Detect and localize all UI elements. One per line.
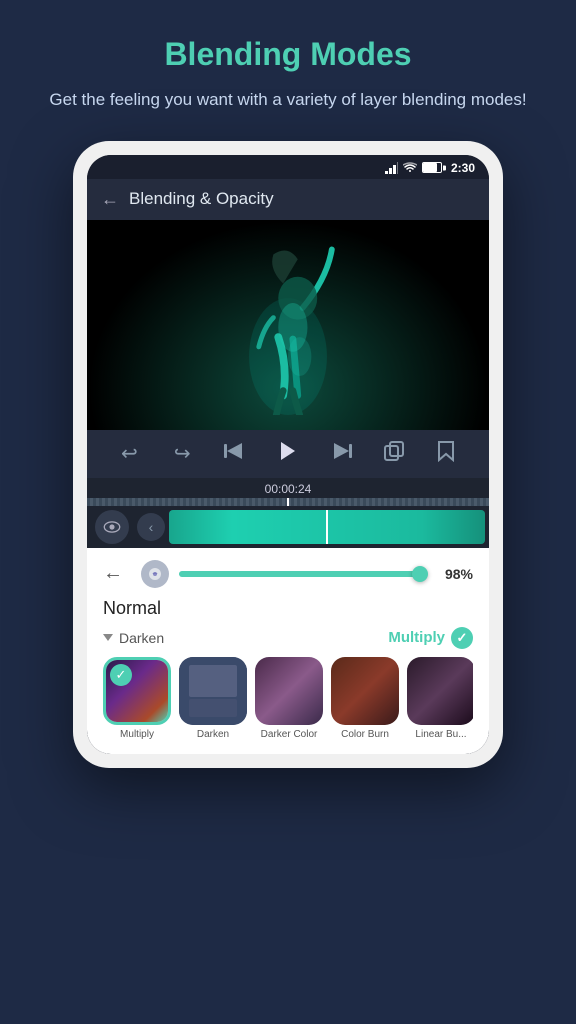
blend-thumb-color-burn [331, 657, 399, 725]
undo-button[interactable]: ↩ [113, 441, 145, 466]
status-icons: 2:30 [385, 161, 475, 175]
blend-thumb-darker-color [255, 657, 323, 725]
redo-button[interactable]: ↪ [166, 441, 198, 466]
darken-thumb-img [179, 657, 247, 725]
back-arrow[interactable]: ← [101, 189, 119, 210]
battery-fill [423, 163, 437, 172]
blend-option-color-burn[interactable]: Color Burn [331, 657, 399, 740]
blend-option-darker-color[interactable]: Darker Color [255, 657, 323, 740]
group-label: Darken [119, 630, 164, 646]
playhead-marker [287, 498, 289, 506]
figure [218, 230, 358, 420]
linear-burn-thumb-img [407, 657, 473, 725]
battery-icon [422, 162, 442, 173]
main-title: Blending Modes [40, 36, 536, 73]
app-header-title: Blending & Opacity [129, 189, 274, 209]
play-button[interactable] [272, 440, 304, 468]
blend-mode-icon [141, 560, 169, 588]
opacity-thumb [412, 566, 428, 582]
blend-mode-label: Normal [103, 598, 473, 619]
blend-options-row: ✓ Multiply Darken Darker Color [103, 657, 473, 740]
subtitle: Get the feeling you want with a variety … [40, 87, 536, 113]
back-button-small[interactable]: ← [103, 562, 131, 585]
skip-forward-button[interactable] [325, 442, 357, 466]
header-section: Blending Modes Get the feeling you want … [0, 0, 576, 133]
video-preview [87, 220, 489, 430]
check-circle: ✓ [451, 627, 473, 649]
multiply-label: Multiply [120, 729, 154, 740]
controls-bar: ↩ ↪ [87, 430, 489, 478]
multiply-check: ✓ [110, 664, 132, 686]
app-header: ← Blending & Opacity [87, 179, 489, 220]
status-bar: 2:30 [87, 155, 489, 179]
skip-back-button[interactable] [219, 442, 251, 466]
layers-icon [147, 566, 163, 582]
phone-wrapper: 2:30 ← Blending & Opacity [73, 141, 503, 768]
darker-color-thumb-img [255, 657, 323, 725]
eye-icon [103, 521, 121, 533]
opacity-value: 98% [433, 566, 473, 582]
blend-group-name: Darken [103, 630, 164, 646]
blend-option-multiply[interactable]: ✓ Multiply [103, 657, 171, 740]
video-scene [87, 220, 489, 430]
color-burn-thumb-img [331, 657, 399, 725]
strip-playhead [326, 510, 328, 544]
video-strip[interactable] [169, 510, 485, 544]
blend-group-header: Darken Multiply ✓ [103, 627, 473, 649]
opacity-row: ← 98% [103, 560, 473, 588]
opacity-slider-container[interactable] [179, 571, 423, 577]
triangle-down-icon [103, 634, 113, 641]
color-burn-label: Color Burn [341, 729, 389, 740]
eye-button[interactable] [95, 510, 129, 544]
timeline-area: 00:00:24 ‹ [87, 478, 489, 548]
blend-thumb-linear-burn [407, 657, 473, 725]
bottom-panel: ← 98% Normal [87, 548, 489, 754]
phone-inner: 2:30 ← Blending & Opacity [87, 155, 489, 754]
darker-color-label: Darker Color [261, 729, 318, 740]
wifi-icon [403, 162, 417, 173]
figure-svg [218, 230, 358, 415]
signal-icon [385, 162, 398, 174]
blend-thumb-darken [179, 657, 247, 725]
timeline-track[interactable] [87, 498, 489, 506]
darken-label: Darken [197, 729, 229, 740]
blend-thumb-multiply: ✓ [103, 657, 171, 725]
timeline-strip: ‹ [87, 506, 489, 548]
chevron-left-button[interactable]: ‹ [137, 513, 165, 541]
status-time: 2:30 [451, 161, 475, 175]
selected-mode-label: Multiply [388, 629, 445, 646]
linear-burn-label: Linear Bu... [415, 729, 466, 740]
blend-option-linear-burn[interactable]: Linear Bu... [407, 657, 473, 740]
blend-selected-indicator: Multiply ✓ [388, 627, 473, 649]
blend-option-darken[interactable]: Darken [179, 657, 247, 740]
timecode: 00:00:24 [87, 478, 489, 498]
opacity-fill [179, 571, 418, 577]
bookmark-button[interactable] [430, 440, 462, 468]
copy-button[interactable] [378, 440, 410, 468]
